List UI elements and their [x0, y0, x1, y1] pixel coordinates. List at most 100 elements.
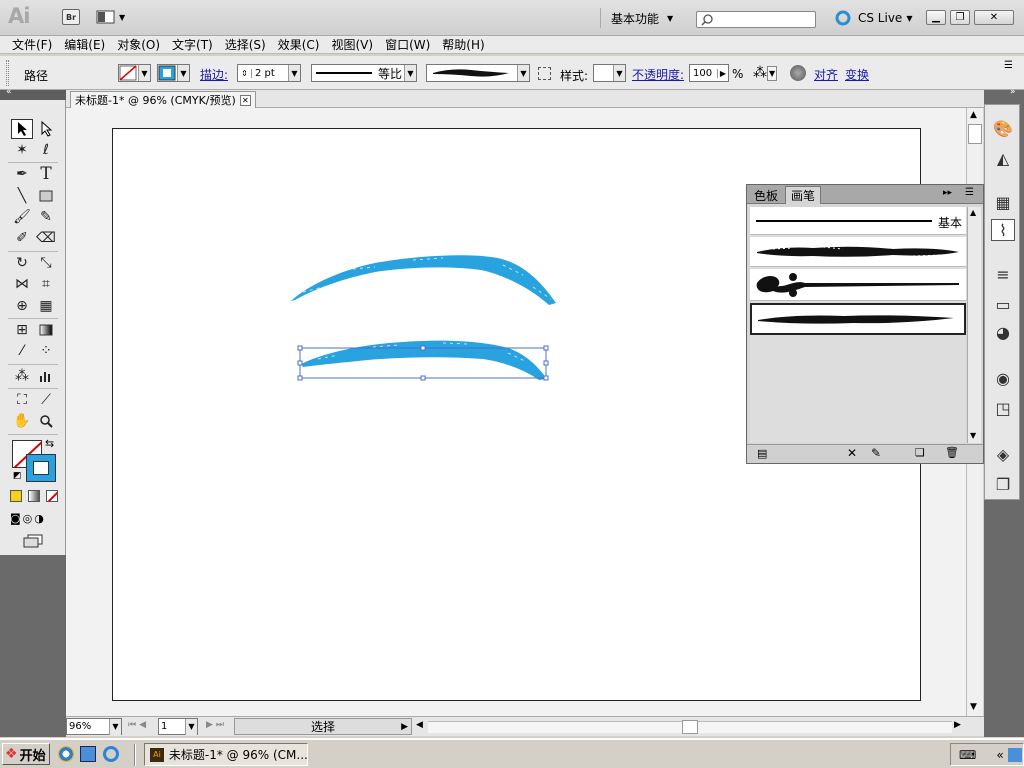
menu-object[interactable]: 对象(O): [111, 36, 166, 54]
stroke-icon[interactable]: ≡: [991, 263, 1015, 285]
close-icon[interactable]: ✕: [239, 94, 251, 106]
taskbar-illustrator-window[interactable]: Ai 未标题-1* @ 96% (CM...: [144, 743, 308, 766]
rectangle-tool-icon[interactable]: [35, 186, 57, 206]
selection-tool-icon[interactable]: [11, 119, 33, 139]
horizontal-scrollbar[interactable]: [428, 720, 952, 734]
stroke-color-dropdown[interactable]: ▼: [157, 64, 190, 82]
opacity-link[interactable]: 不透明度:: [632, 66, 684, 83]
width-tool-icon[interactable]: ⋈: [11, 274, 33, 294]
type-tool-icon[interactable]: T: [35, 164, 57, 184]
drawing-modes-icon[interactable]: ◙◎◑: [10, 512, 58, 526]
color-guide-icon[interactable]: ◭: [991, 147, 1015, 169]
menu-window[interactable]: 窗口(W): [379, 36, 436, 54]
search-input[interactable]: [696, 11, 816, 28]
free-transform-tool-icon[interactable]: ⌗: [35, 274, 57, 294]
menu-type[interactable]: 文字(T): [166, 36, 219, 54]
stroke-panel-link[interactable]: 描边:: [200, 66, 228, 83]
media-player-icon[interactable]: [58, 746, 74, 762]
globe-icon[interactable]: [790, 65, 806, 81]
brush-item-charcoal[interactable]: [750, 237, 966, 267]
direct-selection-tool-icon[interactable]: [35, 119, 57, 139]
remove-brush-stroke-icon[interactable]: ✕: [847, 446, 857, 460]
opacity-field[interactable]: 100 ▶: [689, 64, 729, 82]
collapse-panel-icon[interactable]: ▸▸: [943, 188, 952, 198]
gradient-mode-icon[interactable]: [28, 490, 40, 502]
zoom-dropdown[interactable]: 96% ▼: [66, 718, 122, 735]
magic-wand-tool-icon[interactable]: ✶: [11, 140, 33, 160]
gradient-icon[interactable]: ▭: [991, 293, 1015, 315]
align-link[interactable]: 对齐: [814, 66, 838, 83]
graphic-style-dropdown[interactable]: ▼: [593, 64, 626, 82]
tab-swatches[interactable]: 色板: [749, 186, 783, 204]
menu-file[interactable]: 文件(F): [6, 36, 58, 54]
stroke-weight-field[interactable]: ⇕ 2 pt ▼: [237, 64, 301, 82]
brush-libraries-icon[interactable]: ▤: [757, 447, 767, 460]
new-brush-icon[interactable]: ❏: [915, 446, 925, 459]
color-mode-icon[interactable]: [10, 490, 22, 502]
bridge-button[interactable]: Br: [62, 9, 80, 25]
explorer-icon[interactable]: [80, 746, 96, 762]
menu-edit[interactable]: 编辑(E): [58, 36, 111, 54]
perspective-grid-tool-icon[interactable]: ▦: [35, 296, 57, 316]
expand-tray-icon[interactable]: «: [996, 748, 1003, 762]
status-dropdown[interactable]: 选择 ▶: [234, 718, 412, 735]
layers-icon[interactable]: ◈: [991, 443, 1015, 465]
cs-live-menu[interactable]: CS Live ▼: [834, 9, 912, 27]
column-graph-tool-icon[interactable]: [35, 366, 57, 386]
scroll-right-icon[interactable]: ▶: [954, 720, 961, 730]
minimize-button[interactable]: ▁: [926, 10, 946, 25]
zoom-tool-icon[interactable]: [35, 411, 57, 431]
menu-select[interactable]: 选择(S): [219, 36, 272, 54]
scroll-down-icon[interactable]: ▼: [970, 431, 976, 440]
paintbrush-tool-icon[interactable]: 🖌: [11, 207, 33, 227]
transparency-icon[interactable]: ◕: [991, 321, 1015, 343]
variable-width-profile-dropdown[interactable]: 等比 ▼: [311, 64, 417, 82]
default-fill-stroke-icon[interactable]: ◩: [13, 471, 22, 481]
menu-effect[interactable]: 效果(C): [272, 36, 326, 54]
last-artboard-icon[interactable]: ▶⏭: [206, 720, 227, 730]
blend-tool-icon[interactable]: ⁘: [35, 341, 57, 361]
graphic-styles-icon[interactable]: ◳: [991, 397, 1015, 419]
keyboard-icon[interactable]: ⌨: [959, 748, 976, 762]
swatches-icon[interactable]: ▦: [991, 191, 1015, 213]
network-icon[interactable]: [1007, 747, 1022, 762]
rotate-tool-icon[interactable]: ↻: [11, 253, 33, 273]
scroll-up-icon[interactable]: ▲: [970, 208, 976, 217]
panel-menu-icon[interactable]: ☰: [965, 187, 974, 198]
swap-fill-stroke-icon[interactable]: ⇆: [45, 437, 54, 450]
scale-tool-icon[interactable]: ⤡: [35, 253, 57, 273]
scroll-up-icon[interactable]: ▲: [970, 110, 977, 120]
brush-options-icon[interactable]: [538, 67, 551, 80]
chevron-right-icon[interactable]: ▶: [716, 68, 728, 78]
artboard-navigation[interactable]: 1 ▼: [158, 718, 198, 735]
arrange-documents-button[interactable]: ▼: [96, 9, 130, 25]
brush-item-scroll-pen[interactable]: [750, 269, 966, 301]
screen-mode-icon[interactable]: [22, 534, 46, 548]
brushes-icon[interactable]: ⌇: [991, 219, 1015, 241]
fill-color-dropdown[interactable]: ▼: [118, 64, 151, 82]
stepper-icon[interactable]: ⇕: [238, 68, 252, 78]
scroll-thumb[interactable]: [682, 720, 698, 734]
panel-menu-icon[interactable]: ☰: [1004, 60, 1013, 71]
menu-help[interactable]: 帮助(H): [436, 36, 490, 54]
start-button[interactable]: ❖ 开始: [2, 743, 50, 765]
restore-button[interactable]: ❐: [950, 10, 970, 25]
stroke-swatch[interactable]: [26, 454, 56, 482]
artboard-tool-icon[interactable]: ⛶: [11, 390, 33, 410]
recolor-artwork-button[interactable]: ⁂ ▼: [753, 65, 778, 81]
artboards-icon[interactable]: ❐: [991, 473, 1015, 495]
pencil-tool-icon[interactable]: ✎: [35, 207, 57, 227]
brush-list-scrollbar[interactable]: ▲ ▼: [967, 207, 981, 443]
gradient-tool-icon[interactable]: [35, 320, 57, 340]
shape-builder-tool-icon[interactable]: ⊕: [11, 296, 33, 316]
first-artboard-icon[interactable]: ⏮◀: [128, 720, 149, 730]
brush-item-dry-ink[interactable]: [750, 303, 966, 335]
scroll-left-icon[interactable]: ◀: [416, 720, 423, 730]
brush-stroke-upper[interactable]: [291, 255, 556, 305]
delete-brush-icon[interactable]: 🗑: [945, 446, 959, 459]
none-mode-icon[interactable]: [46, 490, 58, 502]
close-button[interactable]: ✕: [974, 10, 1014, 25]
transform-link[interactable]: 变换: [845, 66, 869, 83]
scroll-down-icon[interactable]: ▼: [970, 702, 977, 712]
brush-item-basic[interactable]: 基本: [750, 207, 966, 235]
